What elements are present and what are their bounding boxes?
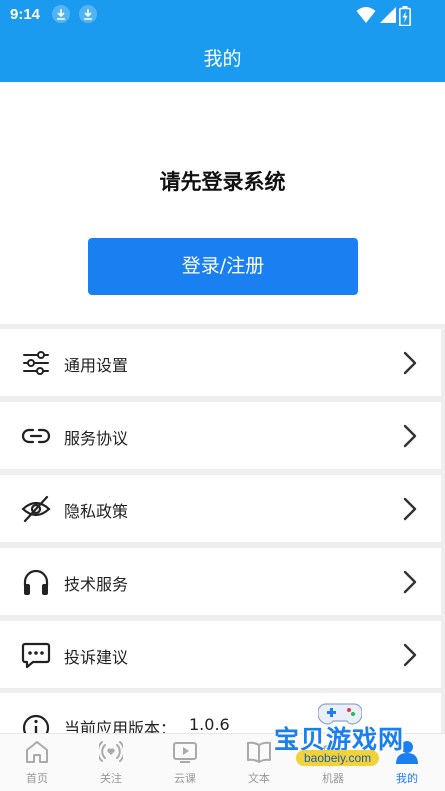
menu-item-label: 隐私政策: [64, 502, 129, 521]
chat-icon: [21, 642, 51, 669]
status-bar: 9:14: [0, 0, 445, 32]
login-register-button[interactable]: 登录/注册: [88, 238, 358, 295]
menu-item-label: 投诉建议: [64, 648, 129, 667]
menu-item-feedback[interactable]: 投诉建议: [0, 621, 441, 688]
login-panel: 请先登录系统 登录/注册: [0, 82, 445, 324]
menu-item-label: 通用设置: [64, 356, 129, 375]
tab-label: 云课: [174, 772, 196, 785]
wifi-icon: [356, 7, 376, 23]
menu-item-service-agreement[interactable]: 服务协议: [0, 402, 441, 469]
video-icon: [173, 742, 197, 763]
info-icon: [22, 714, 50, 733]
login-prompt: 请先登录系统: [159, 170, 286, 194]
download-notification-icon: [79, 5, 97, 23]
menu-item-tech-service[interactable]: 技术服务: [0, 548, 441, 615]
tab-label: 关注: [100, 772, 122, 785]
watermark-url: baobeiy.com: [296, 750, 380, 766]
page-title: 我的: [203, 48, 242, 70]
chevron-right-icon: [403, 424, 417, 448]
tab-follow[interactable]: 关注: [74, 734, 148, 791]
version-label: 当前应用版本：: [64, 719, 177, 733]
title-bar: 我的: [0, 32, 445, 82]
menu-item-label: 服务协议: [64, 429, 129, 448]
eye-off-icon: [21, 495, 51, 523]
broadcast-icon: [99, 741, 123, 762]
headphones-icon: [23, 569, 49, 595]
tab-label: 首页: [26, 772, 48, 785]
version-value: 1.0.6: [189, 715, 230, 733]
chevron-right-icon: [403, 497, 417, 521]
menu-item-privacy-policy[interactable]: 隐私政策: [0, 475, 441, 542]
signal-icon: [380, 7, 396, 23]
home-icon: [26, 741, 48, 763]
watermark-logo: 宝贝游戏网 baobeiy.com: [268, 700, 418, 778]
battery-charging-icon: [399, 6, 411, 26]
menu-item-label: 技术服务: [64, 575, 129, 594]
chevron-right-icon: [403, 570, 417, 594]
chevron-right-icon: [403, 643, 417, 667]
link-icon: [21, 428, 51, 444]
tab-cloud-course[interactable]: 云课: [148, 734, 222, 791]
download-notification-icon: [52, 5, 70, 23]
tab-home[interactable]: 首页: [0, 734, 74, 791]
menu-item-general-settings[interactable]: 通用设置: [0, 329, 441, 396]
chevron-right-icon: [403, 351, 417, 375]
status-time: 9:14: [10, 6, 41, 23]
sliders-icon: [23, 351, 49, 375]
